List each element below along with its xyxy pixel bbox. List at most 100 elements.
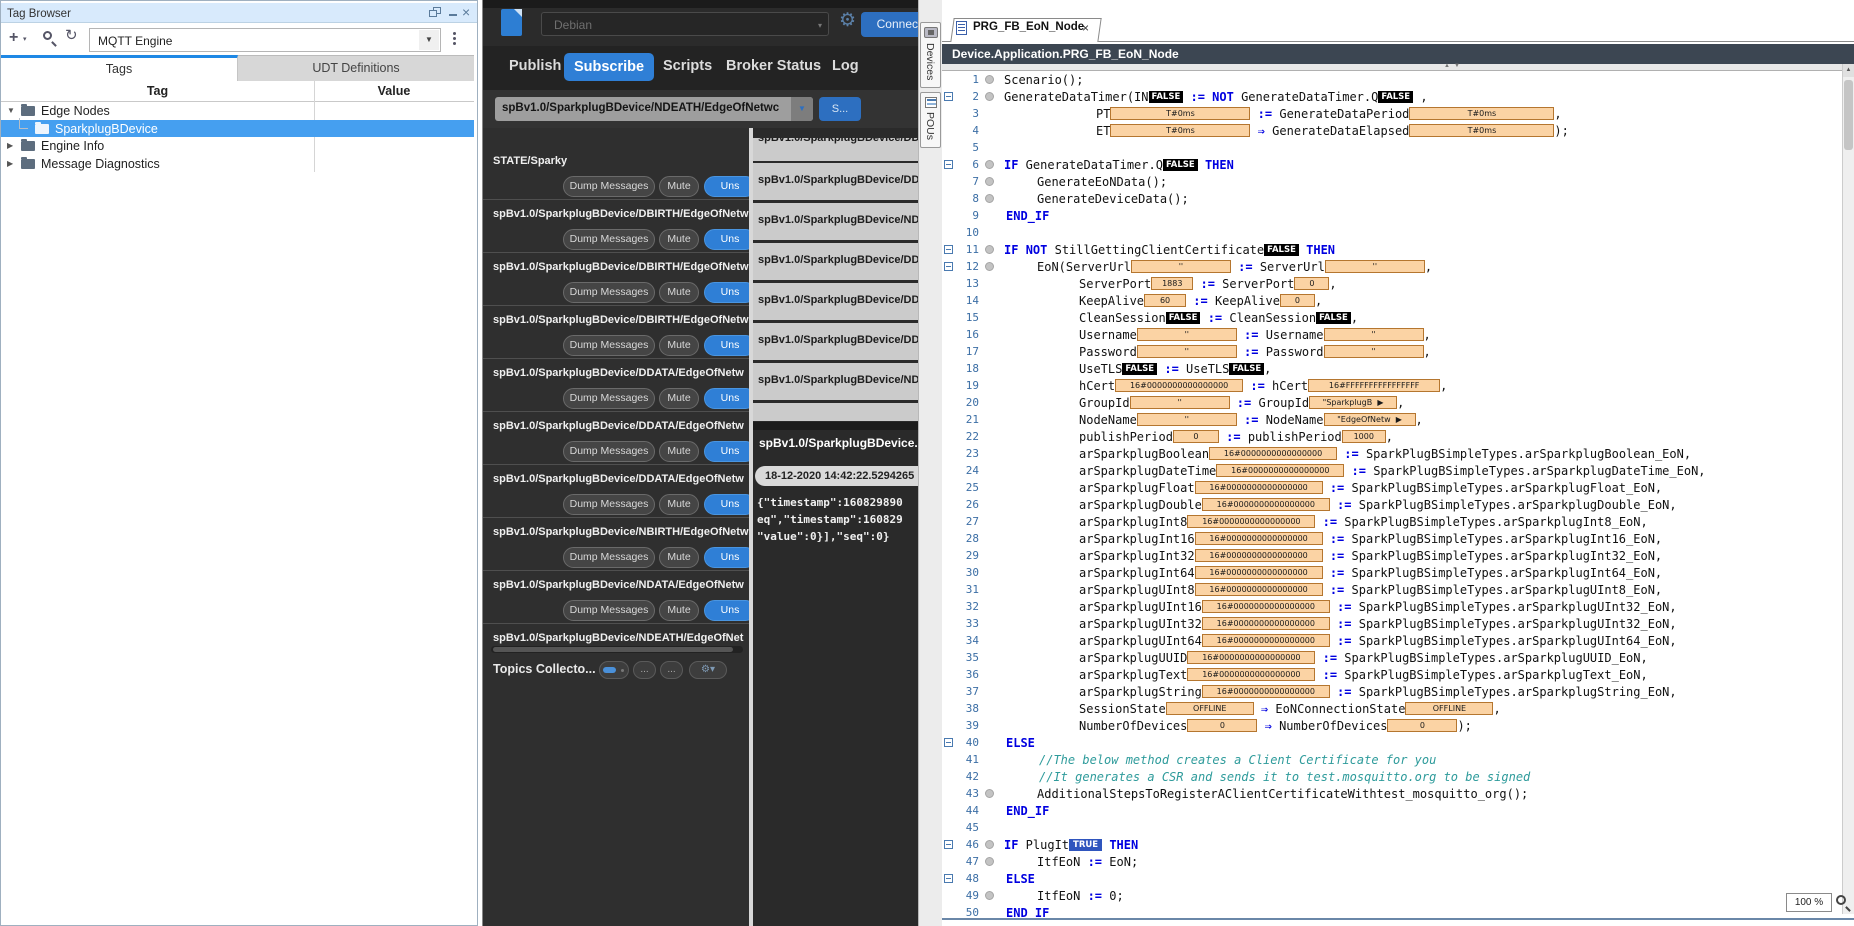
collector-settings-button[interactable]: ⚙▾ [689,661,727,679]
search-icon[interactable] [43,31,52,40]
code-line[interactable]: 41//The below method creates a Client Ce… [942,751,1842,768]
tree-row-engine-info[interactable]: ▶Engine Info [1,137,474,155]
chevron-down-icon[interactable]: ▼ [419,30,439,50]
message-row-partial[interactable]: spBv1.0/SparkplugBDevice/DDAT [753,138,918,161]
tab-broker-status[interactable]: Broker Status [726,58,821,74]
chevron-down-icon[interactable]: ▼ [791,97,813,121]
code-line[interactable]: 4ETT#0ms ⇒ GenerateDataElapsedT#0ms); [942,122,1842,139]
code-line[interactable]: 15CleanSessionFALSE := CleanSessionFALSE… [942,309,1842,326]
tree-row-message-diagnostics[interactable]: ▶Message Diagnostics [1,155,474,173]
dump-messages-button[interactable]: Dump Messages [563,335,655,356]
unsubscribe-button[interactable]: Uns [704,600,749,621]
scroll-up-icon[interactable]: ▲ [1843,64,1854,77]
code-line[interactable]: 45 [942,819,1842,836]
code-line[interactable]: 23arSparkplugBoolean16#0000000000000000 … [942,445,1842,462]
code-line[interactable]: 13ServerPort1883 := ServerPort0, [942,275,1842,292]
mute-button[interactable]: Mute [659,229,699,250]
code-line[interactable]: 2GenerateDataTimer(INFALSE := NOT Genera… [942,88,1842,105]
code-line[interactable]: 48ELSE [942,870,1842,887]
code-line[interactable]: 10 [942,224,1842,241]
unsubscribe-button[interactable]: Uns [704,335,749,356]
chevron-down-icon[interactable]: ▾ [818,21,822,30]
code-line[interactable]: 44END_IF [942,802,1842,819]
splitter-down-icon[interactable]: ▼ [1454,63,1460,69]
splitter-up-icon[interactable]: ▲ [1444,63,1450,69]
code-line[interactable]: 5 [942,139,1842,156]
code-line[interactable]: 49ItfEoN := 0; [942,887,1842,904]
close-icon[interactable]: × [462,4,470,20]
code-line[interactable]: 34arSparkplugUInt6416#0000000000000000 :… [942,632,1842,649]
collector-more-button-2[interactable]: ... [660,661,683,679]
code-line[interactable]: 28arSparkplugInt1616#0000000000000000 :=… [942,530,1842,547]
fold-minus-icon[interactable] [944,160,953,169]
code-line[interactable]: 22publishPeriod0 := publishPeriod1000, [942,428,1842,445]
code-line[interactable]: 46IF PlugItTRUE THEN [942,836,1842,853]
code-line[interactable]: 19hCert16#0000000000000000 := hCert16#FF… [942,377,1842,394]
mute-button[interactable]: Mute [659,176,699,197]
message-row[interactable]: spBv1.0/SparkplugBDevice/DDAT [753,283,918,320]
dump-messages-button[interactable]: Dump Messages [563,282,655,303]
column-header-tag[interactable]: Tag [1,84,314,98]
connection-combo[interactable]: Debian ▾ [541,12,829,36]
code-line[interactable]: 32arSparkplugUInt1616#0000000000000000 :… [942,598,1842,615]
code-line[interactable]: 33arSparkplugUInt3216#0000000000000000 :… [942,615,1842,632]
gear-icon[interactable]: ⚙ [839,9,856,32]
expand-arrow-icon[interactable]: ▼ [7,106,15,115]
tree-row-edge-nodes[interactable]: ▼Edge Nodes [1,102,474,120]
unsubscribe-button[interactable]: Uns [704,494,749,515]
collector-more-button-1[interactable]: ... [633,661,656,679]
magnifier-icon[interactable] [1836,895,1846,905]
dump-messages-button[interactable]: Dump Messages [563,176,655,197]
code-editor[interactable]: 1Scenario();2GenerateDataTimer(INFALSE :… [942,71,1842,921]
restore-icon[interactable] [429,7,443,19]
code-line[interactable]: 29arSparkplugInt3216#0000000000000000 :=… [942,547,1842,564]
code-line[interactable]: 21NodeName'' := NodeName"EdgeOfNetw ▶, [942,411,1842,428]
code-line[interactable]: 14KeepAlive60 := KeepAlive0, [942,292,1842,309]
tab-subscribe[interactable]: Subscribe [564,53,654,81]
declaration-splitter[interactable]: ▲ ▼ [942,64,1854,71]
tree-row-sparkplugbdevice[interactable]: SparkplugBDevice [1,120,474,138]
code-line[interactable]: 40ELSE [942,734,1842,751]
code-line[interactable]: 43AdditionalStepsToRegisterAClientCertif… [942,785,1842,802]
code-line[interactable]: 37arSparkplugString16#0000000000000000 :… [942,683,1842,700]
tab-publish[interactable]: Publish [509,58,561,74]
scrollbar-thumb[interactable] [1844,80,1853,150]
fold-minus-icon[interactable] [944,874,953,883]
collector-toggle[interactable] [599,661,629,679]
vertical-scrollbar[interactable]: ▲ [1842,64,1854,914]
more-options-icon[interactable] [453,32,456,35]
minimize-icon[interactable] [449,14,457,16]
column-header-value[interactable]: Value [314,84,474,98]
mute-button[interactable]: Mute [659,441,699,462]
tab-tags[interactable]: Tags [1,55,238,81]
refresh-icon[interactable]: ↻ [65,26,78,44]
code-line[interactable]: 3PTT#0ms := GenerateDataPeriodT#0ms, [942,105,1842,122]
message-row[interactable]: spBv1.0/SparkplugBDevice/NDAT [753,203,918,240]
code-line[interactable]: 36arSparkplugText16#0000000000000000 := … [942,666,1842,683]
dump-messages-button[interactable]: Dump Messages [563,494,655,515]
code-line[interactable]: 30arSparkplugInt6416#0000000000000000 :=… [942,564,1842,581]
code-line[interactable]: 7GenerateEoNData(); [942,173,1842,190]
code-line[interactable]: 39NumberOfDevices0 ⇒ NumberOfDevices0); [942,717,1842,734]
connect-button[interactable]: Connect [861,12,918,37]
unsubscribe-button[interactable]: Uns [704,441,749,462]
code-line[interactable]: 8GenerateDeviceData(); [942,190,1842,207]
message-row[interactable]: spBv1.0/SparkplugBDevice/DDAT [753,323,918,360]
code-line[interactable]: 6IF GenerateDataTimer.QFALSE THEN [942,156,1842,173]
fold-minus-icon[interactable] [944,840,953,849]
mute-button[interactable]: Mute [659,282,699,303]
code-line[interactable]: 47ItfEoN := EoN; [942,853,1842,870]
message-row[interactable]: spBv1.0/SparkplugBDevice/DDAT [753,163,918,200]
mute-button[interactable]: Mute [659,388,699,409]
fold-minus-icon[interactable] [944,245,953,254]
add-tag-button[interactable]: + [9,29,18,47]
unsubscribe-button[interactable]: Uns [704,282,749,303]
subscribe-button[interactable]: S... [819,97,861,121]
dump-messages-button[interactable]: Dump Messages [563,441,655,462]
collapse-arrow-icon[interactable]: ▶ [7,159,13,168]
code-line[interactable]: 18UseTLSFALSE := UseTLSFALSE, [942,360,1842,377]
code-line[interactable]: 1Scenario(); [942,71,1842,88]
tab-udt-definitions[interactable]: UDT Definitions [238,55,474,81]
collapse-arrow-icon[interactable]: ▶ [7,141,13,150]
fold-minus-icon[interactable] [944,738,953,747]
